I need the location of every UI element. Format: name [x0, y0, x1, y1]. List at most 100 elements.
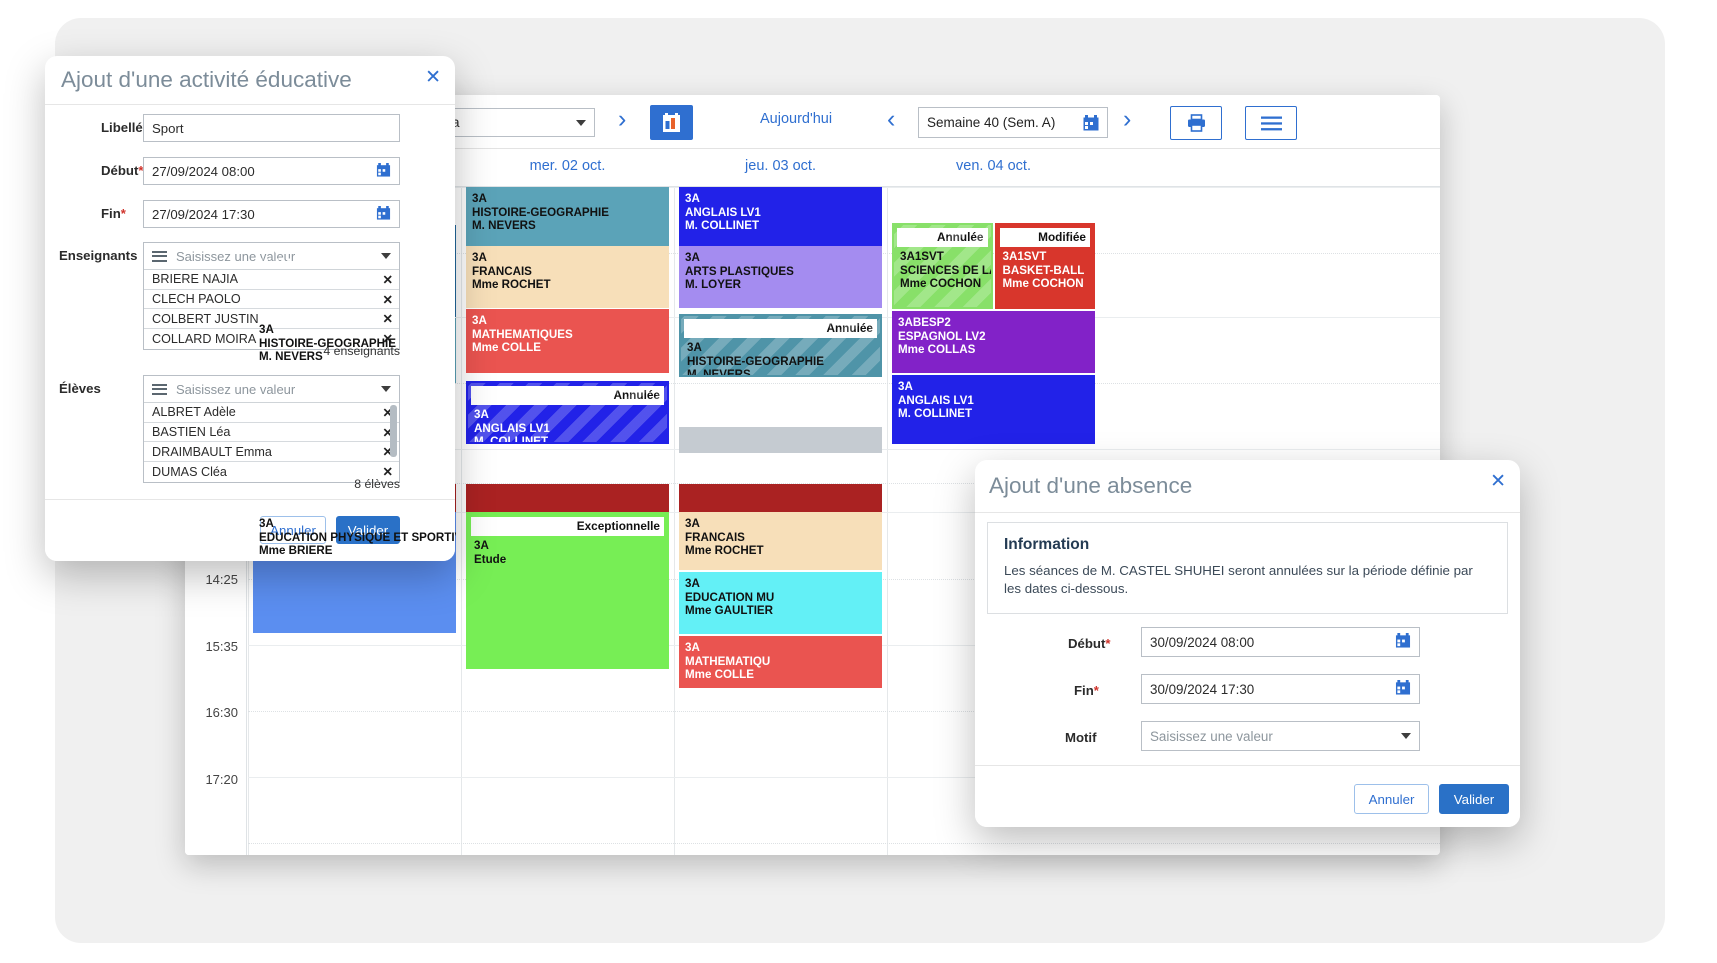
event-line: 3ABESP2 [898, 316, 951, 329]
calendar-event[interactable]: 3A EDUCATION MU Mme GAULTIER [679, 572, 882, 634]
screenshot-root: S Cléa › Aujourd'hui ‹ Semaine 40 (Sem. … [0, 0, 1717, 963]
event-line: M. NEVERS [472, 219, 536, 233]
calendar-event[interactable]: 3A FRANCAIS Mme ROCHET [466, 246, 669, 308]
token-label: DRAIMBAULT Emma [152, 444, 272, 459]
calendar-event[interactable] [679, 427, 882, 453]
libelle-input[interactable]: Sport [143, 114, 400, 142]
remove-token-icon[interactable]: ✕ [383, 272, 393, 287]
event-line: M. NEVERS [687, 368, 751, 377]
event-line: Mme COLLAS [898, 343, 976, 357]
calendar-event[interactable]: 3A HISTOIRE-GEOGRAPHIE M. NEVERS [466, 187, 669, 246]
event-line: 3A [687, 341, 702, 354]
event-text: 3A ANGLAIS LV1 M. COLLINET [474, 408, 662, 444]
day-header: jeu. 03 oct. [745, 158, 816, 174]
prev-week-icon[interactable]: ‹ [887, 107, 895, 132]
calendar-icon[interactable] [1395, 633, 1411, 651]
calendar-event[interactable]: 3ABESP2 ESPAGNOL LV2 Mme COLLAS [892, 311, 1095, 373]
debut-input[interactable]: 27/09/2024 08:00 [143, 157, 400, 185]
calendar-event[interactable] [679, 484, 882, 512]
calendar-view-button[interactable] [650, 105, 693, 140]
print-button[interactable] [1170, 106, 1222, 140]
week-value: Semaine 40 (Sem. A) [927, 115, 1056, 130]
event-line: FRANCAIS [472, 264, 532, 278]
event-text: 3A MATHEMATIQUES Mme COLLE [472, 314, 664, 355]
event-line: 3A [685, 192, 700, 205]
motif-select[interactable]: Saisissez une valeur [1141, 721, 1420, 751]
calendar-event[interactable]: 3A ARTS PLASTIQUES M. LOYER [679, 246, 882, 308]
list-icon [152, 248, 167, 264]
time-label: 16:30 [205, 705, 238, 720]
motif-label: Motif [1065, 730, 1097, 745]
token-row: DRAIMBAULT Emma ✕ [144, 442, 399, 463]
event-line: 3A [685, 517, 700, 530]
close-icon[interactable]: ✕ [1490, 472, 1506, 491]
event-line: M. COLLINET [685, 219, 760, 233]
calendar-event[interactable]: 3A ANGLAIS LV1 M. COLLINET [679, 187, 882, 246]
next-week-icon[interactable]: › [1123, 107, 1131, 132]
calendar-event[interactable]: Annulée 3A HISTOIRE-GEOGRAPHIE M. NEVERS [679, 314, 882, 377]
fin-input[interactable]: 27/09/2024 17:30 [143, 200, 400, 228]
token-label: COLBERT JUSTIN [152, 311, 259, 326]
absence-fin-label: Fin* [1074, 683, 1099, 698]
event-line: 3A [472, 192, 487, 205]
calendar-icon[interactable] [376, 162, 391, 180]
event-line: SCIENCES DE LA V [900, 263, 991, 277]
absence-debut-input[interactable]: 30/09/2024 08:00 [1141, 627, 1420, 657]
event-line: BASKET-BALL [1002, 263, 1085, 277]
calendar-event[interactable]: 3A FRANCAIS Mme ROCHET [679, 512, 882, 570]
week-selector[interactable]: Semaine 40 (Sem. A) [918, 107, 1108, 138]
time-label: 17:20 [205, 771, 238, 787]
eleves-count: 8 élèves [354, 477, 400, 491]
calendar-event[interactable]: Modifiée 3A1SVT BASKET-BALL Mme COCHON [994, 223, 1095, 309]
absence-fin-input[interactable]: 30/09/2024 17:30 [1141, 674, 1420, 704]
required-mark: * [120, 206, 126, 221]
event-text: 3A ANGLAIS LV1 M. COLLINET [685, 192, 877, 233]
debut-value: 27/09/2024 08:00 [152, 163, 255, 179]
calendar-icon[interactable] [376, 205, 391, 223]
grid-line [248, 843, 1440, 844]
menu-button[interactable] [1245, 106, 1297, 140]
next-class-icon[interactable]: › [618, 107, 626, 132]
eleves-placeholder: Saisissez une valeur [176, 381, 296, 397]
information-panel: Information Les séances de M. CASTEL SHU… [987, 522, 1508, 614]
event-text: 3A HISTOIRE-GEOGRAPHIE M. NEVERS [472, 192, 664, 233]
eleves-search-row[interactable]: Saisissez une valeur [144, 376, 399, 403]
remove-token-icon[interactable]: ✕ [383, 292, 393, 307]
calendar-event[interactable]: 3A MATHEMATIQUES Mme COLLE [466, 309, 669, 373]
event-line: M. NEVERS [259, 350, 323, 364]
calendar-event[interactable]: Annulée 3A1SVTSCIENCES DE LA VMme COCHON [892, 223, 993, 309]
eleves-scrollbar[interactable] [390, 405, 397, 457]
event-line: 3A1TEC [259, 230, 304, 243]
event-line: 3A [685, 641, 700, 654]
event-line: HISTOIRE-GEOGRAPHIE [472, 205, 609, 219]
calendar-event[interactable]: Annulée 3A ANGLAIS LV1 M. COLLINET [466, 381, 669, 444]
calendar-event[interactable]: 3A EDUCATION PHYSIQUE ET SPORTIVE Mme BRIE… [253, 512, 456, 633]
calendar-event[interactable]: 3A MATHEMATIQU Mme COLLE [679, 636, 882, 688]
calendar-icon[interactable] [1395, 680, 1411, 698]
today-button[interactable]: Aujourd'hui [760, 111, 832, 127]
calendar-event[interactable]: 3A ANGLAIS LV1 M. COLLINET [892, 375, 1095, 444]
status-badge: Annulée [897, 228, 988, 247]
dialog-absence-header: Ajout d'une absence ✕ [975, 460, 1520, 513]
event-line: Mme GAULTIER [685, 604, 774, 618]
libelle-value: Sport [152, 120, 184, 136]
event-text: 3A ARTS PLASTIQUES M. LOYER [685, 251, 877, 292]
close-icon[interactable]: ✕ [425, 68, 441, 87]
validate-button[interactable]: Valider [1439, 784, 1509, 814]
event-line: M. COLLINET [474, 435, 549, 444]
event-line: Mme BRIERE [259, 544, 333, 558]
calendar-event[interactable] [466, 484, 669, 512]
printer-icon [1187, 114, 1205, 132]
chevron-down-icon [1401, 733, 1411, 739]
eleves-token-list: ALBRET Adèle ✕ BASTIEN Léa ✕ DRAIMBAULT Emma… [144, 403, 399, 482]
event-line: ESPAGNOL LV2 [898, 329, 986, 343]
day-header: mer. 02 oct. [529, 158, 606, 174]
cancel-button[interactable]: Annuler [1354, 784, 1429, 814]
eleves-multiselect[interactable]: Saisissez une valeur ALBRET Adèle ✕ BASTIE… [143, 375, 400, 483]
event-line: Mme COLLE [472, 341, 541, 355]
event-line: ANGLAIS LV1 [474, 421, 550, 435]
event-line: 3A [685, 251, 700, 264]
calendar-event[interactable]: Exceptionnelle 3A Etude [466, 512, 669, 669]
event-text: 3ABESP2 ESPAGNOL LV2 Mme COLLAS [898, 316, 1090, 357]
status-badge: Exceptionnelle [471, 517, 664, 536]
